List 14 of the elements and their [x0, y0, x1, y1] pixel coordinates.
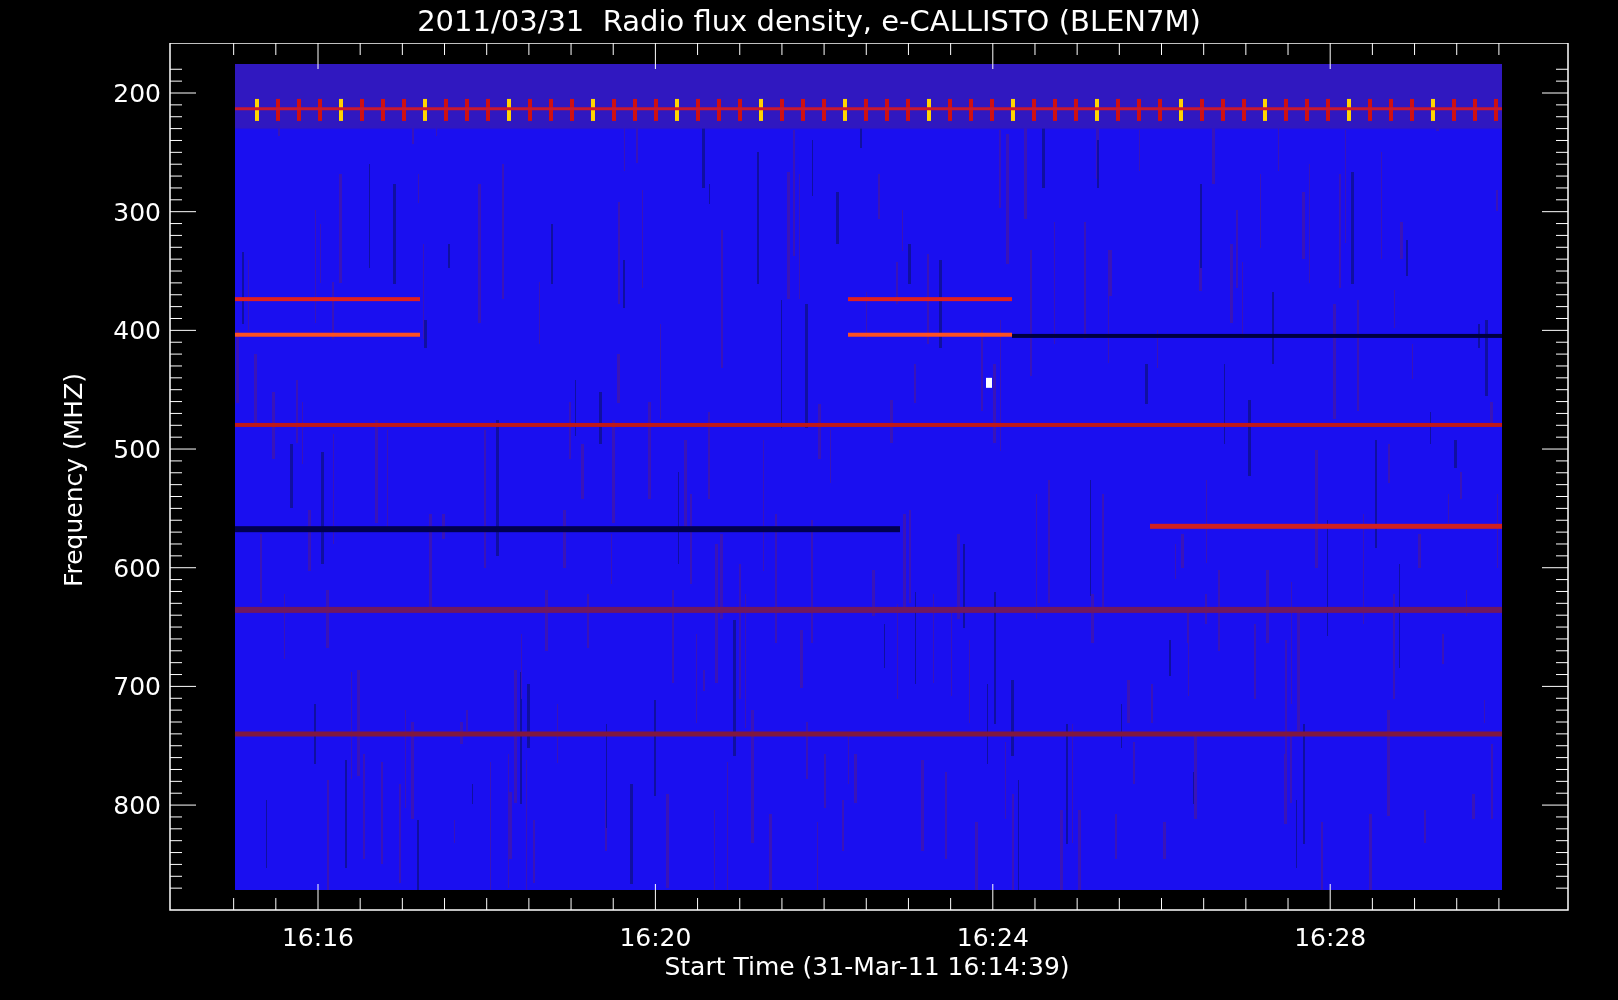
- x-tick-label: 16:28: [1294, 923, 1367, 952]
- y-tick-label: 500: [113, 435, 161, 465]
- x-tick-label: 16:20: [619, 923, 692, 952]
- y-tick-label: 800: [113, 791, 161, 821]
- y-tick-label: 700: [113, 672, 161, 702]
- y-tick-label: 600: [113, 553, 161, 583]
- y-tick-label: 400: [113, 316, 161, 346]
- y-tick-label: 300: [113, 197, 161, 227]
- chart-title: 2011/03/31 Radio flux density, e-CALLISTO (BLEN7M): [417, 7, 1201, 36]
- x-tick-label: 16:24: [956, 923, 1029, 952]
- y-axis-title: Frequency (MHZ): [59, 372, 88, 588]
- x-axis-title: Start Time (31-Mar-11 16:14:39): [664, 952, 1070, 981]
- x-tick-label: 16:16: [282, 923, 354, 952]
- y-tick-label: 200: [113, 79, 161, 108]
